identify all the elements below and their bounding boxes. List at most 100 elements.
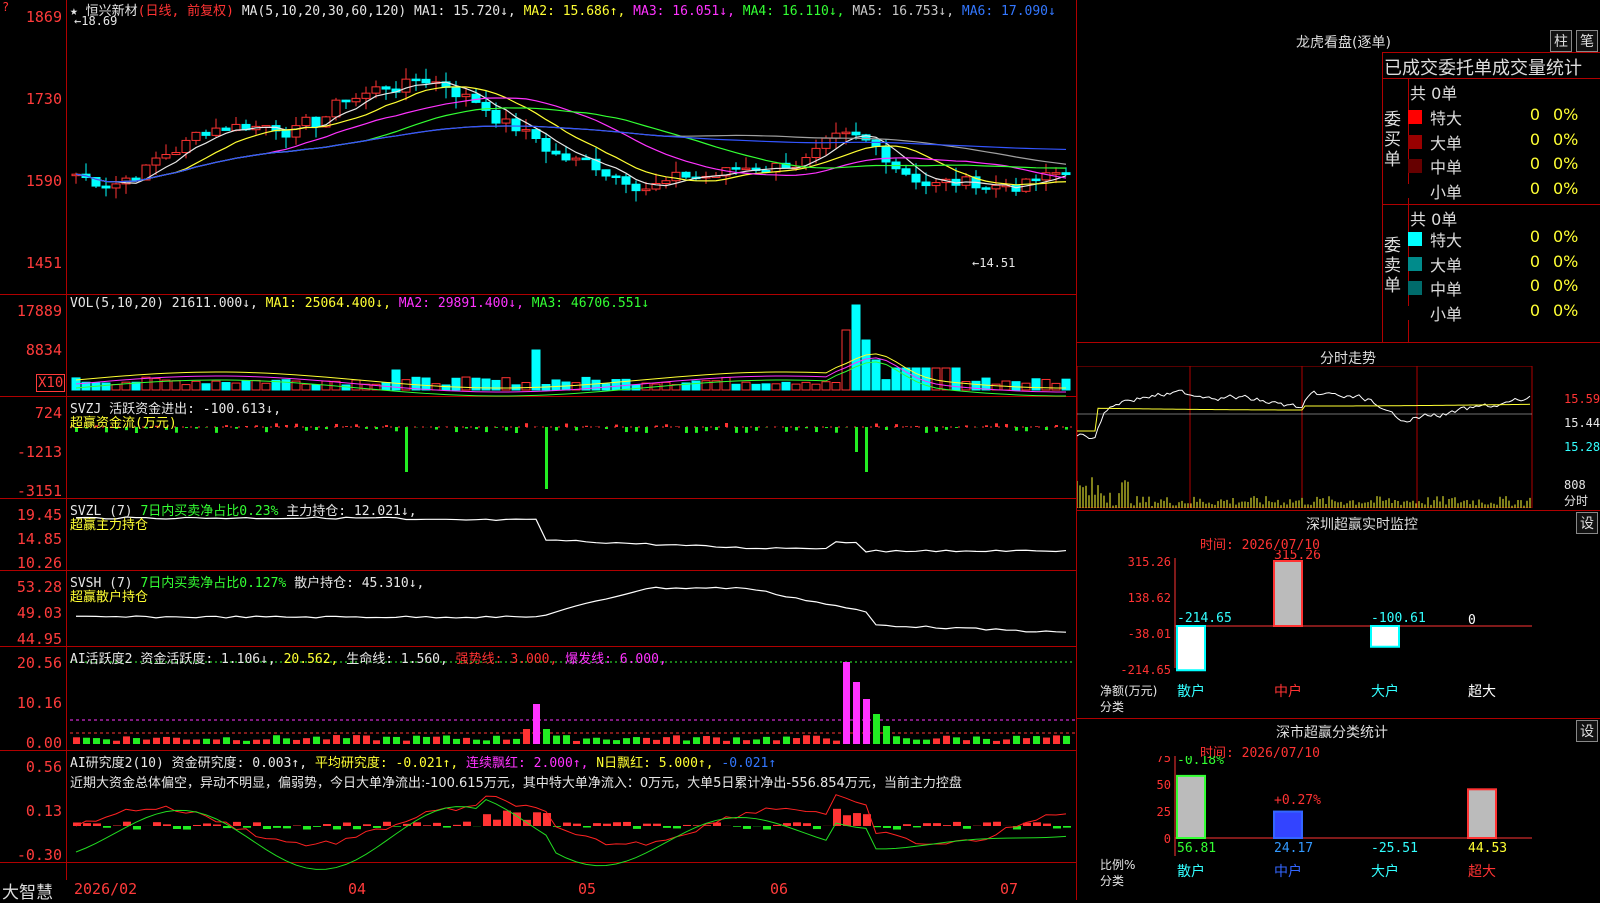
research-bar bbox=[273, 826, 281, 828]
ma-value-3: MA3: 16.051↓, bbox=[625, 4, 735, 19]
bar-mode-button[interactable]: 柱 bbox=[1550, 30, 1572, 52]
candle bbox=[502, 119, 510, 123]
vol-scale-label[interactable]: X10 bbox=[36, 374, 65, 392]
volume-bar bbox=[452, 378, 460, 390]
intraday-chart[interactable] bbox=[1077, 366, 1600, 508]
activity-bar bbox=[83, 738, 90, 744]
research-bar bbox=[393, 826, 401, 827]
research-bar bbox=[213, 825, 221, 826]
volume-bar bbox=[242, 381, 250, 390]
ai-active-axis-label: 10.16 bbox=[2, 694, 62, 712]
ai-active-header: AI活跃度2 资金活跃度: 1.106↓, 20.562, 生命线: 1.560… bbox=[70, 648, 667, 667]
volume-bar bbox=[752, 384, 760, 390]
candle bbox=[512, 119, 520, 131]
fund-flow-bar bbox=[745, 427, 748, 433]
classify-settings-button[interactable]: 设 bbox=[1576, 720, 1598, 742]
candle bbox=[402, 79, 410, 92]
activity-bar bbox=[473, 740, 480, 744]
avg-price-line bbox=[1077, 404, 1530, 431]
volume-bar bbox=[842, 330, 850, 390]
candle bbox=[152, 158, 160, 165]
fund-flow-bar bbox=[1045, 427, 1048, 430]
intraday-axis-label: 15.59 bbox=[1564, 392, 1600, 406]
volume-bar bbox=[1032, 379, 1040, 390]
monitor-axis-label: -38.01 bbox=[1128, 627, 1171, 641]
activity-bar bbox=[283, 738, 290, 744]
monitor-settings-button[interactable]: 设 bbox=[1576, 512, 1598, 534]
monitor-category-label: 超大 bbox=[1468, 684, 1496, 700]
research-bar bbox=[533, 812, 541, 826]
activity-bar bbox=[253, 740, 260, 744]
volume-bar bbox=[212, 381, 220, 390]
candle bbox=[582, 158, 590, 160]
fund-flow-bar bbox=[345, 426, 348, 427]
fund-flow-bar bbox=[185, 427, 188, 428]
volume-bar bbox=[522, 383, 530, 390]
research-bar bbox=[1053, 826, 1061, 828]
fund-flow-bar bbox=[675, 426, 678, 427]
ai-research-axis-label: 0.13 bbox=[2, 802, 62, 820]
candle bbox=[352, 98, 360, 101]
sell-order-row: 大单00% bbox=[1408, 251, 1600, 275]
research-bar bbox=[553, 826, 561, 827]
intraday-axis-label: 15.28 bbox=[1564, 440, 1600, 454]
classify-category-label: 散户 bbox=[1177, 863, 1205, 880]
ai-research-v4: N日飘红: 5.000↑, bbox=[596, 756, 713, 771]
average-line bbox=[76, 800, 1066, 870]
research-bar bbox=[433, 823, 441, 826]
activity-bar bbox=[213, 739, 220, 744]
sell-order-row: 特大00% bbox=[1408, 226, 1600, 250]
fund-flow-bar bbox=[205, 427, 208, 428]
intraday-axis-label: 15.44 bbox=[1564, 416, 1600, 430]
volume-bar bbox=[692, 381, 700, 390]
order-count: 0 bbox=[1508, 276, 1540, 295]
activity-bar bbox=[483, 740, 490, 744]
research-bar bbox=[333, 826, 341, 829]
research-bar bbox=[303, 826, 311, 830]
ai-research-axis-label: 0.56 bbox=[2, 758, 62, 776]
activity-bar bbox=[833, 741, 840, 744]
research-bar bbox=[903, 824, 911, 826]
monitor-value-label: 0 bbox=[1468, 613, 1476, 628]
activity-bar bbox=[793, 738, 800, 744]
research-bar bbox=[883, 826, 891, 828]
monitor-value-label: -214.65 bbox=[1177, 611, 1232, 626]
svsh-axis-label: 49.03 bbox=[2, 604, 62, 622]
fund-flow-bar bbox=[405, 427, 408, 472]
classify-axis-title: 比例% bbox=[1100, 856, 1135, 873]
candle bbox=[462, 94, 470, 96]
research-bar bbox=[673, 826, 681, 828]
monitor-axis-label: 315.26 bbox=[1128, 555, 1171, 569]
candle bbox=[572, 158, 580, 160]
fund-flow-bar bbox=[695, 427, 698, 433]
volume-bar bbox=[112, 385, 120, 390]
volume-bar bbox=[252, 380, 260, 390]
fund-flow-bar bbox=[645, 427, 648, 433]
research-bar bbox=[503, 811, 511, 826]
research-bar bbox=[443, 826, 451, 828]
legend-swatch bbox=[1408, 257, 1422, 271]
activity-bar bbox=[433, 737, 440, 744]
monitor-title: 深圳超赢实时监控 bbox=[1306, 514, 1418, 534]
order-percent: 0% bbox=[1553, 105, 1578, 124]
chart-mode[interactable]: (日线, 前复权) bbox=[138, 4, 234, 19]
order-label: 小单 bbox=[1430, 301, 1462, 325]
ai-active-v3: 生命线: 1.560, bbox=[346, 652, 448, 667]
research-bar bbox=[83, 823, 91, 826]
kline-chart[interactable] bbox=[0, 0, 1076, 880]
monitor-axis-sub: 分类 bbox=[1100, 698, 1124, 715]
fund-flow-bar bbox=[555, 427, 558, 431]
candle bbox=[992, 185, 1000, 189]
tick-mode-button[interactable]: 笔 bbox=[1576, 30, 1598, 52]
research-bar bbox=[603, 824, 611, 826]
candle bbox=[372, 87, 380, 93]
research-line bbox=[76, 795, 1066, 846]
research-bar bbox=[413, 822, 421, 826]
brand-label: 大智慧 bbox=[2, 878, 53, 903]
fund-flow-bar bbox=[955, 427, 958, 428]
dragon-subtitle: 已成交委托单成交量统计 bbox=[1384, 54, 1600, 80]
candle bbox=[362, 93, 370, 98]
activity-bar bbox=[523, 729, 530, 744]
research-bar bbox=[633, 826, 641, 829]
fund-flow-bar bbox=[965, 425, 968, 427]
